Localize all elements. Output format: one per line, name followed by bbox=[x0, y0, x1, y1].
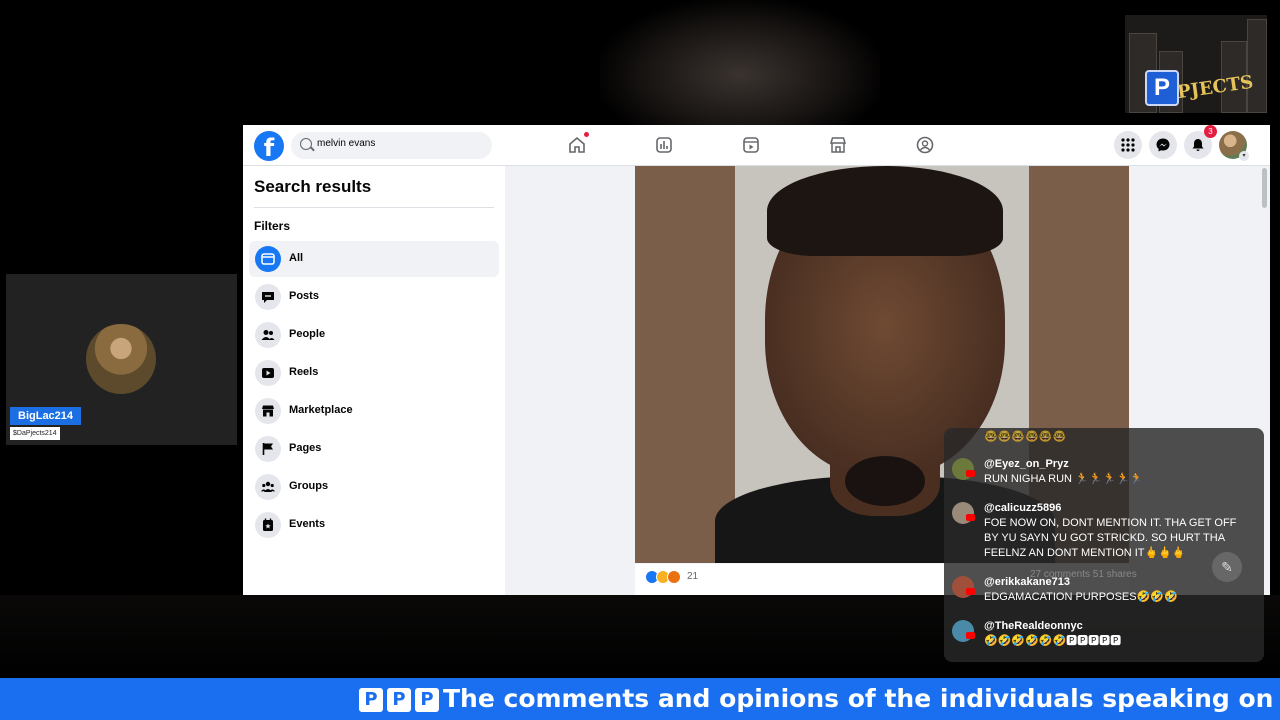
home-notification-dot bbox=[584, 132, 589, 137]
filter-groups[interactable]: Groups bbox=[249, 469, 499, 505]
filter-all[interactable]: All bbox=[249, 241, 499, 277]
flag-icon bbox=[255, 436, 281, 462]
menu-grid-button[interactable] bbox=[1114, 131, 1142, 159]
chat-text: RUN NIGHA RUN 🏃🏃🏃🏃🏃 bbox=[984, 473, 1144, 485]
filter-label: Groups bbox=[289, 480, 329, 492]
streamer-name-tag: BigLac214 bbox=[10, 407, 82, 425]
chat-text: EDGAMACATION PURPOSES🤣🤣🤣 bbox=[984, 591, 1178, 603]
camera-panel: BigLac214 $DaPjects214 bbox=[6, 274, 237, 445]
search-icon bbox=[300, 138, 312, 150]
facebook-logo-icon[interactable]: f bbox=[254, 131, 284, 161]
p-letter-icon: P bbox=[387, 688, 411, 712]
chat-username: @calicuzz5896 bbox=[984, 502, 1062, 514]
streamer-handle-tag: $DaPjects214 bbox=[10, 427, 60, 440]
chat-username: @TheRealdeonnyc bbox=[984, 620, 1083, 632]
groups-icon bbox=[255, 474, 281, 500]
edit-icon[interactable]: ✎ bbox=[1212, 552, 1242, 582]
filter-label: Events bbox=[289, 518, 326, 530]
video-icon[interactable] bbox=[741, 135, 761, 155]
p-letter-icon: P bbox=[359, 688, 383, 712]
search-sidebar: Search results Filters All Posts People … bbox=[243, 166, 505, 595]
stream-logo: P PJECTS bbox=[1125, 15, 1267, 113]
facebook-top-bar: f 3 ▾ bbox=[243, 125, 1270, 166]
disclaimer-ticker: P P P The comments and opinions of the indi… bbox=[0, 678, 1280, 720]
filter-label: Reels bbox=[289, 366, 319, 378]
calendar-icon bbox=[255, 512, 281, 538]
chat-text: FOE NOW ON, DONT MENTION IT. THA GET OFF… bbox=[984, 517, 1237, 559]
filter-posts[interactable]: Posts bbox=[249, 279, 499, 315]
page-title: Search results bbox=[254, 177, 372, 196]
chevron-down-icon[interactable]: ▾ bbox=[1239, 151, 1249, 161]
youtube-icon bbox=[966, 470, 975, 477]
marketplace-icon bbox=[255, 398, 281, 424]
youtube-icon bbox=[966, 514, 975, 521]
search-box[interactable] bbox=[291, 132, 492, 159]
filter-label: All bbox=[289, 252, 304, 264]
grid-icon bbox=[1121, 138, 1135, 152]
filter-marketplace[interactable]: Marketplace bbox=[249, 393, 499, 429]
people-icon bbox=[255, 322, 281, 348]
chat-username: @erikkakane713 bbox=[984, 576, 1070, 588]
scrollbar-thumb[interactable] bbox=[1262, 168, 1267, 208]
chat-username: @Eyez_on_Pryz bbox=[984, 458, 1069, 470]
groups-icon[interactable] bbox=[915, 135, 935, 155]
live-chat-overlay: 🤓🤓🤓🤓🤓🤓 @Eyez_on_Pryz RUN NIGHA RUN 🏃🏃🏃🏃🏃… bbox=[944, 428, 1264, 662]
all-icon bbox=[255, 246, 281, 272]
photo-beard bbox=[845, 456, 925, 506]
angry-reaction-icon bbox=[667, 570, 681, 584]
filter-pages[interactable]: Pages bbox=[249, 431, 499, 467]
filter-label: Posts bbox=[289, 290, 319, 302]
filter-reels[interactable]: Reels bbox=[249, 355, 499, 391]
bell-icon bbox=[1192, 139, 1204, 151]
divider bbox=[254, 207, 494, 208]
notifications-button[interactable]: 3 bbox=[1184, 125, 1217, 159]
posts-icon bbox=[255, 284, 281, 310]
chat-text: 🤣🤣🤣🤣🤣🤣🅿🅿🅿🅿🅿 bbox=[984, 635, 1122, 647]
photo-hair bbox=[767, 166, 1003, 256]
filter-label: Pages bbox=[289, 442, 322, 454]
filter-events[interactable]: Events bbox=[249, 507, 499, 543]
messenger-icon bbox=[1156, 138, 1170, 152]
filter-label: People bbox=[289, 328, 326, 340]
ticker-text: The comments and opinions of the individ… bbox=[443, 684, 1280, 713]
search-input[interactable] bbox=[315, 137, 489, 150]
streamer-avatar bbox=[86, 324, 156, 394]
youtube-icon bbox=[966, 632, 975, 639]
stats-icon[interactable] bbox=[654, 135, 674, 155]
chat-faded-message: 🤓🤓🤓🤓🤓🤓 bbox=[984, 431, 1067, 443]
logo-p-mark: P bbox=[1145, 70, 1179, 106]
marketplace-icon[interactable] bbox=[828, 135, 848, 155]
background-streamer-video bbox=[600, 0, 880, 125]
p-letter-icon: P bbox=[415, 688, 439, 712]
reels-icon bbox=[255, 360, 281, 386]
home-icon[interactable] bbox=[567, 132, 589, 155]
ticker-content: P P P The comments and opinions of the indi… bbox=[359, 684, 1280, 713]
filters-heading: Filters bbox=[254, 219, 291, 233]
youtube-icon bbox=[966, 588, 975, 595]
messenger-button[interactable] bbox=[1149, 131, 1177, 159]
filter-people[interactable]: People bbox=[249, 317, 499, 353]
filter-label: Marketplace bbox=[289, 404, 353, 416]
reaction-count: 21 bbox=[687, 571, 699, 582]
notification-count-badge: 3 bbox=[1204, 125, 1217, 138]
logo-building bbox=[1247, 19, 1267, 113]
